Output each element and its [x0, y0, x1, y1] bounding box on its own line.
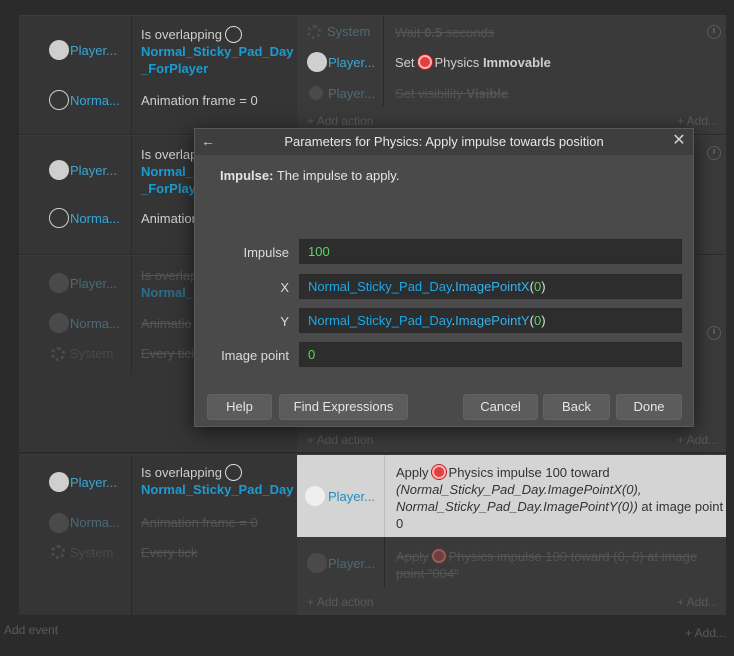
- done-button[interactable]: Done: [616, 394, 682, 420]
- cancel-button[interactable]: Cancel: [463, 394, 538, 420]
- divider: [131, 136, 132, 254]
- condition-target-object: Normal_Sticky_Pad_Day: [141, 482, 294, 497]
- divider: [131, 455, 132, 615]
- condition-every-tick[interactable]: Every tick: [141, 345, 197, 362]
- conditions-block: Player... Is overlapping Normal_Sticky_P…: [19, 16, 297, 134]
- divider: [131, 16, 132, 134]
- action-set-visibility[interactable]: Set visibility Visible: [395, 85, 508, 102]
- condition-object-name[interactable]: System: [70, 545, 113, 560]
- actions-block: Player... Apply Physics impulse 100 towar…: [297, 455, 726, 615]
- player-object-icon: [307, 553, 327, 573]
- x-input[interactable]: Normal_Sticky_Pad_Day.ImagePointX(0): [299, 274, 682, 299]
- condition-icon: [224, 464, 242, 481]
- back-arrow-icon[interactable]: ←: [201, 133, 217, 149]
- condition-object-name[interactable]: Player...: [70, 475, 117, 490]
- event-4[interactable]: Player... Is overlapping Normal_Sticky_P…: [19, 454, 726, 615]
- player-object-icon: [49, 160, 69, 180]
- add-event-link[interactable]: Add event: [4, 623, 58, 637]
- condition-animation-frame[interactable]: Animation: [141, 210, 199, 227]
- action-wait[interactable]: Wait 0.5 seconds: [395, 24, 494, 41]
- parameters-dialog: Parameters for Physics: Apply impulse to…: [194, 128, 694, 427]
- physics-icon: [431, 465, 446, 479]
- clock-icon: [707, 25, 721, 39]
- y-label: Y: [280, 314, 289, 329]
- impulse-input[interactable]: 100: [299, 239, 682, 264]
- sticky-pad-object-icon: [49, 90, 69, 110]
- selected-action-apply-impulse[interactable]: Player... Apply Physics impulse 100 towar…: [297, 455, 726, 537]
- parameter-description: Impulse: The impulse to apply.: [220, 168, 400, 183]
- condition-animation-frame[interactable]: Animation frame = 0: [141, 92, 258, 109]
- event-1[interactable]: Player... Is overlapping Normal_Sticky_P…: [19, 15, 726, 134]
- action-object-name[interactable]: Player...: [328, 556, 375, 571]
- divider: [384, 455, 385, 537]
- condition-object-name[interactable]: Norma...: [70, 93, 120, 108]
- player-object-icon: [305, 486, 325, 506]
- condition-animation-frame[interactable]: Animatio: [141, 315, 192, 332]
- impulse-label: Impulse: [243, 245, 289, 260]
- condition-object-name[interactable]: System: [70, 346, 113, 361]
- player-object-icon: [49, 40, 69, 60]
- action-set-physics[interactable]: Set Physics Immovable: [395, 54, 551, 71]
- condition-overlapping[interactable]: Is overlapping Normal_Sticky_Pad_Day _Fo…: [141, 26, 293, 77]
- player-object-icon: [309, 86, 323, 100]
- system-icon: [51, 347, 65, 361]
- add-menu-link[interactable]: + Add...: [685, 626, 726, 640]
- conditions-block: Player... Is overlapping Normal_Sticky_P…: [19, 455, 297, 615]
- clock-icon: [707, 326, 721, 340]
- system-icon: [307, 25, 321, 39]
- add-menu-link[interactable]: + Add...: [677, 114, 718, 128]
- player-object-icon: [49, 472, 69, 492]
- action-object-name[interactable]: Player...: [328, 55, 375, 70]
- condition-object-name[interactable]: Norma...: [70, 211, 120, 226]
- condition-animation-frame[interactable]: Animation frame = 0: [141, 514, 258, 531]
- action-object-name[interactable]: Player...: [328, 489, 375, 504]
- divider: [383, 16, 384, 106]
- condition-object-name[interactable]: Player...: [70, 163, 117, 178]
- action-object-name[interactable]: Player...: [328, 86, 375, 101]
- player-object-icon: [307, 52, 327, 72]
- image-point-input[interactable]: 0: [299, 342, 682, 367]
- physics-icon: [431, 549, 446, 563]
- back-button[interactable]: Back: [543, 394, 610, 420]
- condition-object-name[interactable]: Norma...: [70, 316, 120, 331]
- system-icon: [51, 545, 65, 559]
- sticky-pad-object-icon: [49, 513, 69, 533]
- dialog-title: Parameters for Physics: Apply impulse to…: [284, 134, 604, 149]
- add-action-link[interactable]: + Add action: [307, 433, 373, 447]
- actions-block: System Wait 0.5 seconds Player... Set Phy…: [297, 16, 726, 134]
- add-action-link[interactable]: + Add action: [307, 114, 373, 128]
- condition-icon: [224, 26, 242, 43]
- condition-target-object: Normal_Sticky_Pad_Day: [141, 44, 294, 59]
- sticky-pad-object-icon: [49, 208, 69, 228]
- condition-every-tick[interactable]: Every tick: [141, 544, 197, 561]
- condition-overlapping[interactable]: Is overlapping Normal_Sticky_Pad_Day: [141, 464, 293, 498]
- divider: [131, 256, 132, 374]
- action-apply-impulse-disabled[interactable]: Apply Physics impulse 100 toward (0, 0) a…: [396, 548, 697, 582]
- condition-object-name[interactable]: Player...: [70, 43, 117, 58]
- action-apply-impulse-text: Apply Physics impulse 100 toward (Normal_…: [396, 465, 724, 531]
- action-object-name[interactable]: System: [327, 24, 370, 39]
- y-input[interactable]: Normal_Sticky_Pad_Day.ImagePointY(0): [299, 308, 682, 333]
- dialog-title-bar: Parameters for Physics: Apply impulse to…: [195, 129, 693, 155]
- image-point-label: Image point: [221, 348, 289, 363]
- condition-object-name[interactable]: Player...: [70, 276, 117, 291]
- add-menu-link[interactable]: + Add...: [677, 595, 718, 609]
- player-object-icon: [49, 273, 69, 293]
- clock-icon: [707, 146, 721, 160]
- condition-object-name[interactable]: Norma...: [70, 515, 120, 530]
- condition-target-object-cont: _ForPlayer: [141, 61, 209, 76]
- find-expressions-button[interactable]: Find Expressions: [279, 394, 408, 420]
- help-button[interactable]: Help: [207, 394, 272, 420]
- add-action-link[interactable]: + Add action: [307, 595, 373, 609]
- divider: [384, 537, 385, 587]
- close-icon[interactable]: ✕: [671, 132, 687, 150]
- x-label: X: [280, 280, 289, 295]
- add-menu-link[interactable]: + Add...: [677, 433, 718, 447]
- sticky-pad-object-icon: [49, 313, 69, 333]
- physics-icon: [417, 55, 432, 69]
